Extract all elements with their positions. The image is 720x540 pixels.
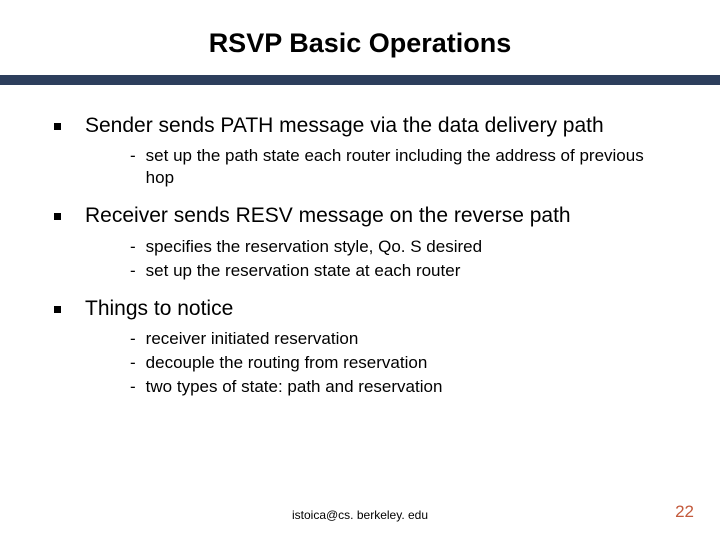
sub-list: - set up the path state each router incl… <box>50 145 670 189</box>
slide-footer: istoica@cs. berkeley. edu 22 <box>0 508 720 522</box>
sub-list: - receiver initiated reservation - decou… <box>50 328 670 398</box>
list-item-text: Receiver sends RESV message on the rever… <box>85 203 571 229</box>
sub-list-item: - set up the reservation state at each r… <box>130 260 670 282</box>
page-number: 22 <box>675 502 694 522</box>
sub-list-item: - specifies the reservation style, Qo. S… <box>130 236 670 258</box>
square-bullet-icon <box>54 306 61 313</box>
list-item-text: Things to notice <box>85 296 233 322</box>
dash-bullet-icon: - <box>130 328 136 350</box>
sub-list-item-text: set up the reservation state at each rou… <box>146 260 461 282</box>
slide-content: Sender sends PATH message via the data d… <box>0 85 720 398</box>
sub-list-item-text: receiver initiated reservation <box>146 328 359 350</box>
list-item: Things to notice <box>50 296 670 322</box>
dash-bullet-icon: - <box>130 236 136 258</box>
sub-list-item: - receiver initiated reservation <box>130 328 670 350</box>
sub-list-item-text: set up the path state each router includ… <box>146 145 670 189</box>
sub-list-item: - set up the path state each router incl… <box>130 145 670 189</box>
list-item: Sender sends PATH message via the data d… <box>50 113 670 139</box>
list-item-text: Sender sends PATH message via the data d… <box>85 113 604 139</box>
list-item: Receiver sends RESV message on the rever… <box>50 203 670 229</box>
sub-list: - specifies the reservation style, Qo. S… <box>50 236 670 282</box>
sub-list-item-text: two types of state: path and reservation <box>146 376 443 398</box>
slide-title: RSVP Basic Operations <box>0 0 720 75</box>
sub-list-item-text: specifies the reservation style, Qo. S d… <box>146 236 482 258</box>
square-bullet-icon <box>54 213 61 220</box>
dash-bullet-icon: - <box>130 260 136 282</box>
footer-email: istoica@cs. berkeley. edu <box>0 508 720 522</box>
sub-list-item-text: decouple the routing from reservation <box>146 352 428 374</box>
square-bullet-icon <box>54 123 61 130</box>
sub-list-item: - two types of state: path and reservati… <box>130 376 670 398</box>
dash-bullet-icon: - <box>130 145 136 167</box>
dash-bullet-icon: - <box>130 352 136 374</box>
sub-list-item: - decouple the routing from reservation <box>130 352 670 374</box>
dash-bullet-icon: - <box>130 376 136 398</box>
title-divider <box>0 75 720 85</box>
